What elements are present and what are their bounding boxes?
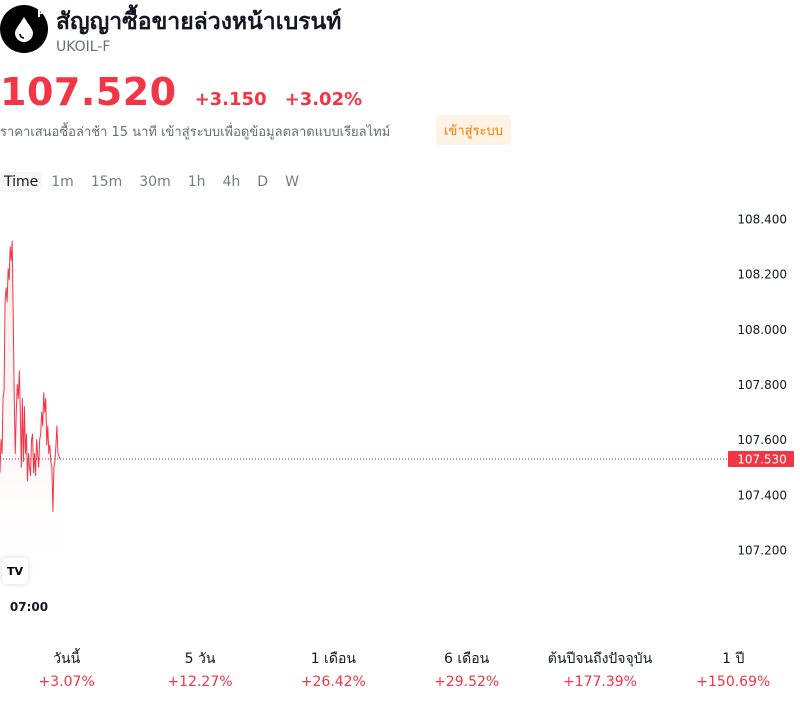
perf-today[interactable]: วันนี้ +3.07% bbox=[0, 650, 133, 691]
y-tick-label: 108.400 bbox=[737, 213, 787, 227]
tradingview-logo[interactable]: TV bbox=[2, 558, 28, 584]
perf-label: ต้นปีจนถึงปัจจุบัน bbox=[547, 651, 653, 667]
perf-label: 1 เดือน bbox=[310, 651, 356, 667]
last-price: 107.520 bbox=[0, 70, 177, 114]
tab-1h[interactable]: 1h bbox=[180, 172, 214, 192]
logo: F bbox=[0, 5, 48, 53]
ticker-symbol: UKOIL-F bbox=[56, 39, 111, 55]
page-title: สัญญาซื้อขายล่วงหน้าเบรนท์ bbox=[56, 9, 342, 35]
price-change-percent: +3.02% bbox=[284, 89, 363, 110]
y-tick-label: 107.200 bbox=[737, 544, 787, 558]
perf-6-months[interactable]: 6 เดือน +29.52% bbox=[400, 650, 533, 691]
perf-5-days[interactable]: 5 วัน +12.27% bbox=[133, 650, 266, 691]
y-tick-label: 107.400 bbox=[737, 488, 787, 502]
y-tick-label: 108.000 bbox=[737, 323, 787, 337]
perf-1-year[interactable]: 1 ปี +150.69% bbox=[667, 650, 800, 691]
tab-time[interactable]: Time bbox=[0, 172, 43, 192]
delay-note: ราคาเสนอซื้อล่าช้า 15 นาที เข้าสู่ระบบเพ… bbox=[0, 125, 391, 140]
price-area-fill bbox=[0, 241, 60, 560]
price-chart[interactable]: 107.530 108.400 108.200 108.000 107.800 107.6… bbox=[0, 200, 800, 620]
perf-value: +29.52% bbox=[434, 674, 500, 690]
y-tick-label: 107.800 bbox=[737, 378, 787, 392]
perf-value: +12.27% bbox=[167, 674, 233, 690]
y-tick-label: 108.200 bbox=[737, 268, 787, 282]
tab-w[interactable]: W bbox=[277, 172, 307, 192]
perf-value: +150.69% bbox=[696, 674, 771, 690]
perf-value: +26.42% bbox=[300, 674, 366, 690]
quote-row: 107.520 +3.150 +3.02% bbox=[0, 70, 362, 114]
perf-label: วันนี้ bbox=[53, 651, 81, 667]
logo-badge: F bbox=[37, 9, 44, 20]
tab-30m[interactable]: 30m bbox=[131, 172, 178, 192]
login-button[interactable]: เข้าสู่ระบบ bbox=[436, 115, 512, 145]
perf-value: +177.39% bbox=[562, 674, 637, 690]
tradingview-logo-icon: TV bbox=[6, 564, 24, 578]
perf-label: 6 เดือน bbox=[444, 651, 490, 667]
tab-15m[interactable]: 15m bbox=[83, 172, 130, 192]
price-change: +3.150 bbox=[194, 89, 267, 110]
x-tick-label: 07:00 bbox=[10, 600, 48, 614]
y-tick-label: 107.600 bbox=[737, 433, 787, 447]
perf-1-month[interactable]: 1 เดือน +26.42% bbox=[267, 650, 400, 691]
oil-drop-icon bbox=[15, 17, 33, 42]
perf-label: 5 วัน bbox=[184, 651, 216, 667]
last-price-label: 107.530 bbox=[737, 452, 787, 466]
performance-row: วันนี้ +3.07% 5 วัน +12.27% 1 เดือน +26.… bbox=[0, 650, 800, 691]
tab-1m[interactable]: 1m bbox=[43, 172, 82, 192]
perf-value: +3.07% bbox=[38, 674, 95, 690]
perf-label: 1 ปี bbox=[722, 651, 745, 667]
perf-ytd[interactable]: ต้นปีจนถึงปัจจุบัน +177.39% bbox=[533, 650, 666, 691]
tab-4h[interactable]: 4h bbox=[215, 172, 249, 192]
tab-d[interactable]: D bbox=[249, 172, 276, 192]
timeframe-tabs: Time 1m 15m 30m 1h 4h D W bbox=[0, 170, 308, 194]
